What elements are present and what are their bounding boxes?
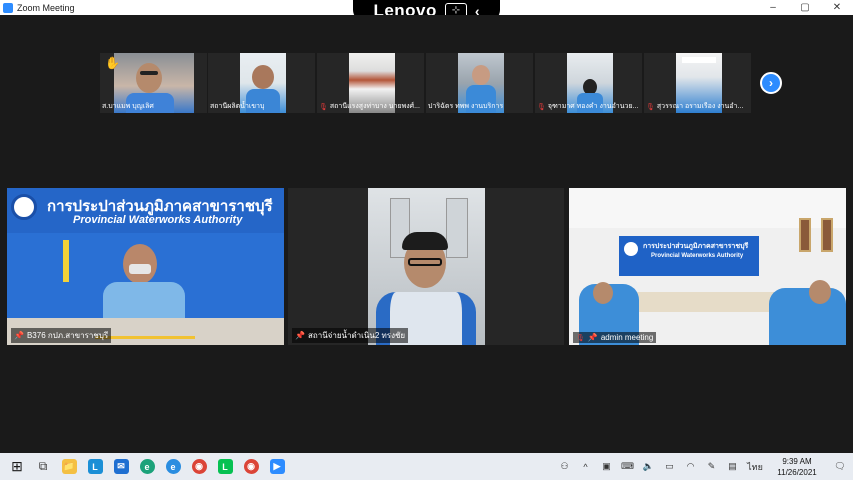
participant-name: 🎙 สุวรรณา อรามเรือง งานอำ... bbox=[646, 103, 744, 111]
mic-muted-icon: 🎙 bbox=[576, 334, 585, 342]
pin-icon: 📌 bbox=[587, 333, 598, 342]
clock-date: 11/26/2021 bbox=[777, 467, 817, 477]
meeting-stage: ✋ ส.บาแมพ บุญเลิศ สถานีผลิตน้ำเขาบุ 🎙 สถา… bbox=[0, 15, 853, 453]
participant-thumbnail[interactable]: 🎙 จุฑามาศ ทองคำ งานอำนวย... bbox=[535, 53, 642, 113]
clock-time: 9:39 AM bbox=[782, 456, 812, 466]
participant-thumbnail[interactable]: สถานีผลิตน้ำเขาบุ bbox=[208, 53, 315, 113]
close-button[interactable]: ✕ bbox=[821, 0, 853, 15]
participant-video bbox=[368, 188, 485, 345]
meeting-table bbox=[629, 292, 779, 312]
pwa-banner: การประปาส่วนภูมิภาคสาขาราชบุรี Provincia… bbox=[7, 188, 284, 233]
minimize-button[interactable]: – bbox=[757, 0, 789, 15]
participant-name: ส.บาแมพ บุญเลิศ bbox=[102, 103, 154, 110]
edge-icon[interactable]: e bbox=[134, 453, 160, 480]
mail-icon[interactable]: ✉ bbox=[108, 453, 134, 480]
keyboard-icon[interactable]: ⌨ bbox=[617, 453, 638, 480]
participant-name: 📌 สถานีจ่ายน้ำดำเนิน2 ทรงชัย bbox=[292, 328, 409, 343]
pwa-banner: การประปาส่วนภูมิภาคสาขาราชบุรี Provincia… bbox=[619, 236, 759, 276]
wifi-icon[interactable]: ◠ bbox=[680, 453, 701, 480]
participant-name: 📌 B376 กปภ.สาขาราชบุรี bbox=[11, 328, 112, 343]
zoom-app-icon bbox=[3, 2, 13, 13]
participant-name: 🎙 สถานีแรงสูงท่าบาง นายพงศ์... bbox=[319, 103, 420, 111]
system-tray: ⚇ ^ ▣ ⌨ 🔈 ▭ ◠ ✎ ▤ ไทย 9:39 AM 11/26/2021… bbox=[554, 453, 853, 480]
ie-icon[interactable]: e bbox=[160, 453, 186, 480]
attendee-face bbox=[593, 282, 613, 304]
wall-frame bbox=[799, 218, 811, 252]
chevron-up-icon[interactable]: ^ bbox=[575, 453, 596, 480]
chrome-profile-icon[interactable]: ◉ bbox=[238, 453, 264, 480]
zoom-icon[interactable]: ▶ bbox=[264, 453, 290, 480]
pwa-logo-icon bbox=[11, 194, 37, 220]
video-tile-admin-meeting[interactable]: การประปาส่วนภูมิภาคสาขาราชบุรี Provincia… bbox=[569, 188, 846, 345]
lingo-app-icon[interactable]: L bbox=[82, 453, 108, 480]
pin-icon: 📌 bbox=[14, 331, 24, 340]
participant-thumbnail[interactable]: 🎙 สุวรรณา อรามเรือง งานอำ... bbox=[644, 53, 751, 113]
flag-decoration bbox=[63, 240, 69, 282]
next-page-button[interactable]: › bbox=[760, 72, 782, 94]
participant-thumbnail[interactable]: 🎙 สถานีแรงสูงท่าบาง นายพงศ์... bbox=[317, 53, 424, 113]
zoom-screen: Zoom Meeting – ▢ ✕ Lenovo ⊹ ‹ ✋ ส.บาแมพ … bbox=[0, 0, 853, 480]
participant-name: สถานีผลิตน้ำเขาบุ bbox=[210, 103, 265, 110]
face-mask bbox=[129, 264, 151, 274]
system-clock[interactable]: 9:39 AM 11/26/2021 bbox=[767, 456, 827, 478]
window-controls: – ▢ ✕ bbox=[757, 0, 853, 15]
video-tile-b376[interactable]: การประปาส่วนภูมิภาคสาขาราชบุรี Provincia… bbox=[7, 188, 284, 345]
pin-icon: 📌 bbox=[295, 331, 305, 340]
notification-icon[interactable]: 🗨 bbox=[827, 453, 853, 480]
attendee-shirt bbox=[769, 288, 846, 345]
volume-muted-icon[interactable]: 🔈 bbox=[638, 453, 659, 480]
participant-thumbnail[interactable]: ✋ ส.บาแมพ บุญเลิศ bbox=[100, 53, 207, 113]
windows-start-icon[interactable]: ⊞ bbox=[4, 453, 30, 480]
mic-muted-icon: 🎙 bbox=[319, 103, 328, 111]
pen-icon[interactable]: ✎ bbox=[701, 453, 722, 480]
people-icon[interactable]: ⚇ bbox=[554, 453, 575, 480]
mic-muted-icon: 🎙 bbox=[646, 103, 655, 111]
wall-frame bbox=[821, 218, 833, 252]
participant-name: 🎙 📌 admin meeting bbox=[573, 332, 657, 343]
display-icon[interactable]: ▣ bbox=[596, 453, 617, 480]
windows-taskbar: ⊞ ⧉ 📁 L ✉ e e ◉ L ◉ ▶ ⚇ ^ ▣ ⌨ 🔈 ▭ ◠ ✎ ▤ … bbox=[0, 453, 853, 480]
pwa-logo-icon bbox=[624, 242, 638, 256]
language-indicator[interactable]: ไทย bbox=[743, 453, 767, 480]
battery-icon[interactable]: ▭ bbox=[659, 453, 680, 480]
banner-thai-text: การประปาส่วนภูมิภาคสาขาราชบุรี bbox=[643, 243, 749, 250]
participant-name: ปาริฉัตร ทพพ งานบริการ bbox=[428, 103, 504, 110]
banner-english-text: Provincial Waterworks Authority bbox=[73, 214, 243, 226]
attendee-face bbox=[809, 280, 831, 304]
participant-thumbnail[interactable]: ปาริฉัตร ทพพ งานบริการ bbox=[426, 53, 533, 113]
chrome-icon[interactable]: ◉ bbox=[186, 453, 212, 480]
raised-hand-icon: ✋ bbox=[105, 56, 120, 70]
video-tile-pump-station[interactable]: 📌 สถานีจ่ายน้ำดำเนิน2 ทรงชัย bbox=[288, 188, 564, 345]
mic-muted-icon: 🎙 bbox=[537, 103, 546, 111]
task-view-icon[interactable]: ⧉ bbox=[30, 453, 56, 480]
banner-english-text: Provincial Waterworks Authority bbox=[651, 253, 744, 259]
line-icon[interactable]: L bbox=[212, 453, 238, 480]
maximize-button[interactable]: ▢ bbox=[789, 0, 821, 15]
file-explorer-icon[interactable]: 📁 bbox=[56, 453, 82, 480]
participant-name: 🎙 จุฑามาศ ทองคำ งานอำนวย... bbox=[537, 103, 639, 111]
touch-keyboard-icon[interactable]: ▤ bbox=[722, 453, 743, 480]
window-title: Zoom Meeting bbox=[17, 2, 75, 13]
